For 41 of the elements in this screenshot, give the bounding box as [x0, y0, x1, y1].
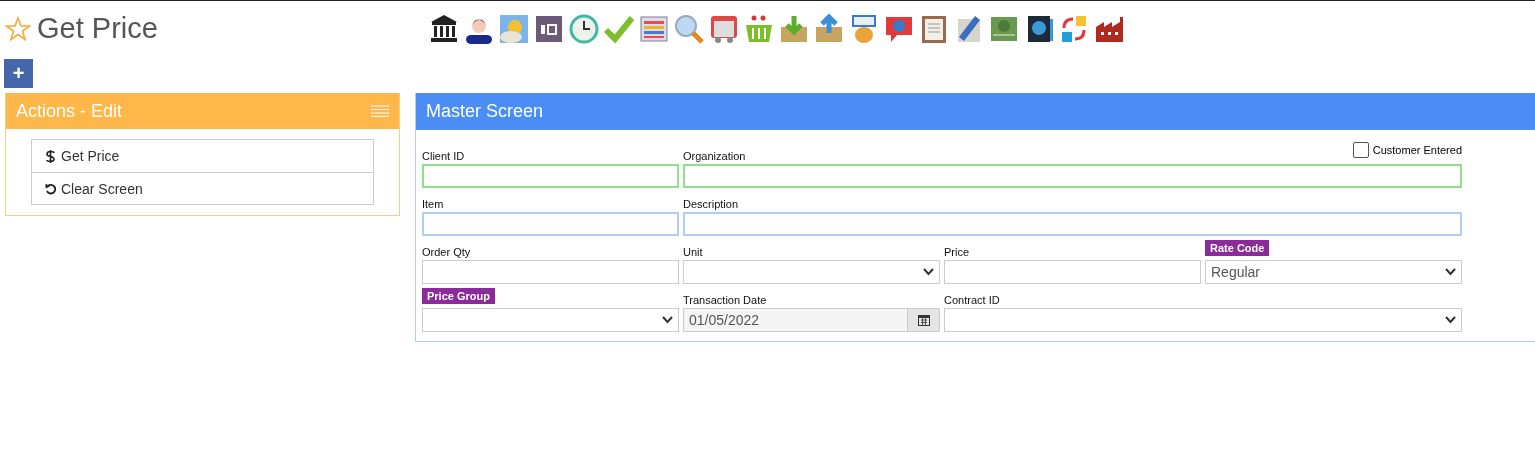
checkbox-label: Customer Entered	[1372, 144, 1462, 156]
text-field[interactable]	[422, 212, 679, 236]
inbox-upload-icon[interactable]	[813, 12, 845, 45]
field-label: Order Qty	[422, 246, 471, 258]
field-label: Description	[683, 198, 739, 210]
magnifier-icon[interactable]	[673, 12, 705, 45]
select-field[interactable]	[422, 308, 679, 332]
chevron-icon	[662, 316, 673, 324]
dollar-icon	[45, 149, 56, 163]
text-field[interactable]	[422, 164, 679, 188]
field-label: Contract ID	[944, 294, 1000, 306]
text-field[interactable]	[683, 212, 1462, 236]
select-field[interactable]: Regular	[1205, 260, 1462, 284]
checkbox[interactable]	[1352, 142, 1369, 158]
add-button[interactable]: +	[4, 59, 33, 88]
field-label: Organization	[683, 150, 746, 162]
bank-icon[interactable]	[428, 12, 460, 45]
chevron-icon	[923, 268, 934, 276]
star-icon[interactable]	[5, 15, 31, 42]
field-label-tag: Price Group	[422, 288, 495, 304]
clock-icon[interactable]	[568, 12, 600, 45]
chevron-icon	[1445, 316, 1456, 324]
calendar-button[interactable]	[908, 308, 940, 332]
select-field[interactable]	[683, 260, 940, 284]
field-label: Unit	[683, 246, 703, 258]
field-label: Price	[944, 246, 970, 258]
field-label-tag: Rate Code	[1205, 240, 1270, 256]
field-label: Item	[422, 198, 444, 210]
undo-icon	[45, 182, 56, 195]
text-field[interactable]	[683, 164, 1462, 188]
page-title: Get Price	[37, 12, 158, 45]
select-field[interactable]	[944, 308, 1462, 332]
panel-title: Master Screen	[426, 101, 544, 122]
field-label: Client ID	[422, 150, 465, 162]
chevron-icon	[1445, 268, 1456, 276]
text-field[interactable]	[944, 260, 1201, 284]
panel-title: Actions - Edit	[16, 100, 123, 122]
date-field[interactable]: 01/05/2022	[683, 308, 908, 332]
field-label: Transaction Date	[683, 294, 767, 306]
text-field[interactable]	[422, 260, 679, 284]
select-value: Regular	[1211, 264, 1261, 280]
